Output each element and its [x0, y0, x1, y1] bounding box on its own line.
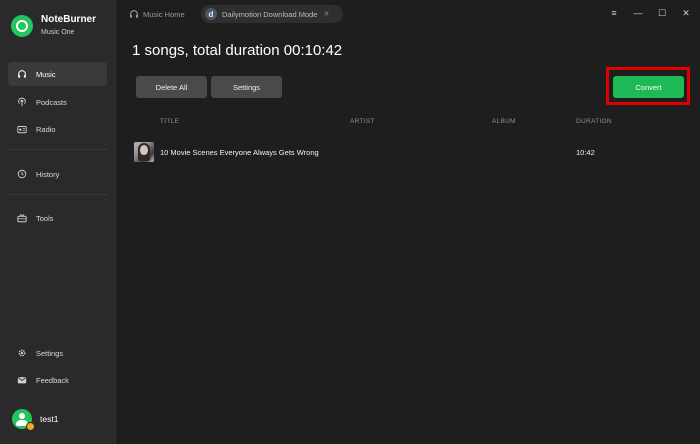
column-header-album[interactable]: ALBUM	[492, 118, 516, 125]
table-row[interactable]: 10 Movie Scenes Everyone Always Gets Wro…	[134, 140, 684, 164]
song-title: 10 Movie Scenes Everyone Always Gets Wro…	[160, 148, 319, 157]
settings-button[interactable]: Settings	[211, 76, 282, 98]
sidebar-item-label: Radio	[36, 124, 56, 134]
menu-icon[interactable]: ≡	[608, 7, 620, 19]
close-window-icon[interactable]: ✕	[680, 7, 692, 19]
sidebar-item-feedback[interactable]: Feedback	[8, 368, 107, 392]
song-duration: 10:42	[576, 148, 595, 157]
gear-icon	[16, 347, 28, 359]
column-header-artist[interactable]: ARTIST	[350, 118, 375, 125]
sidebar-item-label: Podcasts	[36, 97, 67, 107]
toolbox-icon	[16, 212, 28, 224]
radio-icon	[16, 123, 28, 135]
sidebar-divider	[8, 149, 108, 150]
main-panel: Music Home d Dailymotion Download Mode ✕…	[117, 0, 700, 444]
sidebar-item-label: Music	[36, 69, 56, 79]
convert-button[interactable]: Convert	[613, 76, 684, 98]
sidebar-item-history[interactable]: History	[8, 162, 107, 186]
sidebar-item-label: Feedback	[36, 375, 69, 385]
page-title: 1 songs, total duration 00:10:42	[132, 42, 343, 59]
brand: NoteBurner Music One	[11, 14, 96, 38]
tab-music-home[interactable]: Music Home	[129, 6, 185, 22]
window-controls: ≡ — ☐ ✕	[608, 7, 692, 19]
user-profile[interactable]: test1	[12, 409, 59, 431]
sidebar: NoteBurner Music One Music Podcasts Radi…	[0, 0, 116, 444]
minimize-icon[interactable]: —	[632, 7, 644, 19]
column-header-title[interactable]: TITLE	[160, 118, 179, 125]
sidebar-item-podcasts[interactable]: Podcasts	[8, 90, 107, 114]
maximize-icon[interactable]: ☐	[656, 7, 668, 19]
sidebar-item-music[interactable]: Music	[8, 62, 107, 86]
tab-label: Music Home	[143, 9, 185, 19]
topbar: Music Home d Dailymotion Download Mode ✕…	[117, 0, 700, 28]
tab-label: Dailymotion Download Mode	[222, 9, 318, 19]
delete-all-button[interactable]: Delete All	[136, 76, 207, 98]
song-thumbnail	[134, 142, 154, 162]
user-name: test1	[40, 414, 59, 424]
sidebar-item-settings[interactable]: Settings	[8, 341, 107, 365]
sidebar-item-label: Settings	[36, 348, 64, 358]
close-tab-icon[interactable]: ✕	[323, 10, 329, 18]
sidebar-item-label: History	[36, 169, 60, 179]
history-icon	[16, 168, 28, 180]
noteburner-logo-icon	[11, 15, 33, 37]
app-subtitle: Music One	[41, 29, 75, 36]
premium-badge-icon	[26, 422, 35, 431]
headphones-icon	[130, 10, 138, 18]
headphones-icon	[16, 68, 28, 80]
dailymotion-icon: d	[205, 8, 217, 20]
avatar	[12, 409, 35, 431]
sidebar-item-tools[interactable]: Tools	[8, 206, 107, 230]
podcast-icon	[16, 96, 28, 108]
tab-dailymotion-download-mode[interactable]: d Dailymotion Download Mode ✕	[201, 5, 343, 23]
app-name: NoteBurner	[41, 14, 97, 25]
column-header-duration[interactable]: DURATION	[576, 118, 612, 125]
mail-icon	[16, 374, 28, 386]
sidebar-divider	[8, 194, 108, 195]
sidebar-item-radio[interactable]: Radio	[8, 117, 107, 141]
sidebar-item-label: Tools	[36, 213, 54, 223]
